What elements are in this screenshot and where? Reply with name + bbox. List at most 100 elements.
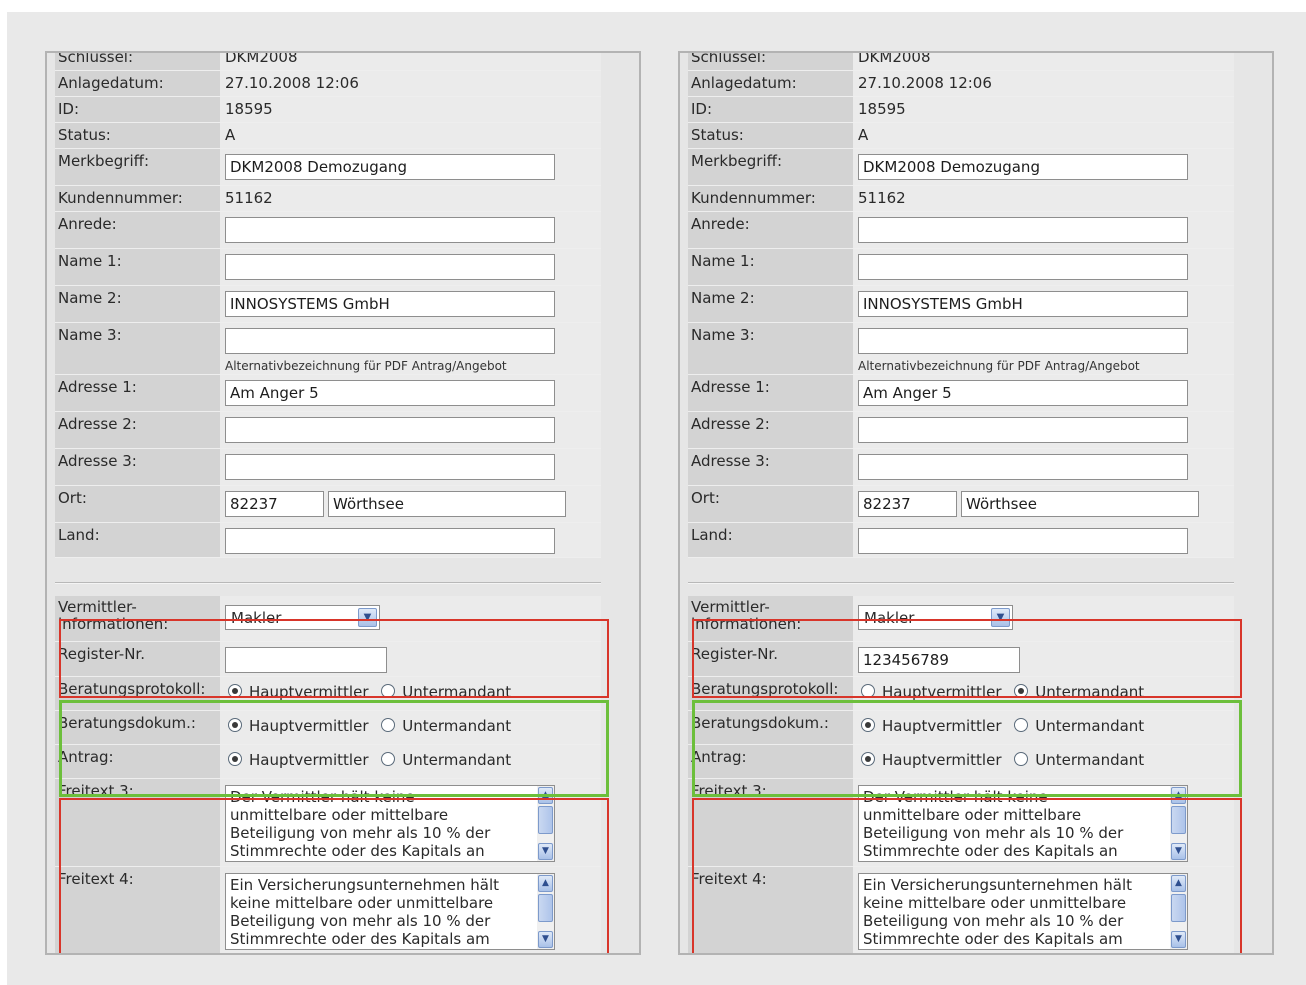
adresse-3-input[interactable] (858, 454, 1188, 480)
radio-icon[interactable] (1014, 718, 1029, 732)
antrag-option-hauptvermittler[interactable]: Hauptvermittler (861, 751, 1002, 769)
chevron-down-icon[interactable]: ▼ (991, 608, 1010, 627)
radio-icon[interactable] (381, 684, 396, 698)
city-input[interactable]: Wörthsee (328, 491, 566, 517)
status-value: A (858, 126, 869, 144)
anrede-input[interactable] (225, 217, 555, 243)
radio-icon[interactable] (861, 718, 875, 732)
beratungsprotokoll-option-untermandant[interactable]: Untermandant (381, 683, 511, 701)
beratungsdokum-option-hauptvermittler[interactable]: Hauptvermittler (861, 717, 1002, 735)
arrow-down-icon[interactable]: ▼ (538, 843, 553, 860)
anlagedatum-row: Anlagedatum: 27.10.2008 12:06 (55, 71, 601, 97)
customer-form: Schlüssel: DKM2008 Anlagedatum: 27.10.20… (688, 53, 1242, 953)
beratungsprotokoll-row: Beratungsprotokoll: Hauptvermittler Unte… (55, 677, 601, 711)
arrow-up-icon[interactable]: ▲ (538, 787, 553, 804)
scroll-thumb[interactable] (1171, 894, 1186, 922)
option-label: Untermandant (1035, 683, 1145, 701)
name-1-label: Name 1: (55, 249, 220, 285)
anlagedatum-row: Anlagedatum: 27.10.2008 12:06 (688, 71, 1234, 97)
id-label: ID: (688, 97, 853, 122)
freitext-4-textarea[interactable]: Ein Versicherungsunternehmen hält keine … (225, 873, 555, 950)
freitext-3-label: Freitext 3: (55, 779, 220, 866)
adresse-3-label: Adresse 3: (688, 449, 853, 485)
name-1-row: Name 1: (688, 249, 1234, 286)
freitext-3-textarea[interactable]: Der Vermittler hält keine unmittelbare o… (858, 785, 1188, 862)
freitext-3-textarea[interactable]: Der Vermittler hält keine unmittelbare o… (225, 785, 555, 862)
radio-icon[interactable] (1014, 752, 1029, 766)
arrow-down-icon[interactable]: ▼ (538, 931, 553, 948)
register-input[interactable] (225, 647, 387, 673)
name-3-hint: Alternativbezeichnung für PDF Antrag/Ang… (225, 359, 507, 373)
beratungsprotokoll-option-untermandant[interactable]: Untermandant (1014, 683, 1144, 701)
land-input[interactable] (225, 528, 555, 554)
zip-input[interactable]: 82237 (858, 491, 957, 517)
register-label: Register-Nr. (55, 642, 220, 676)
land-label: Land: (688, 523, 853, 557)
adresse-1-input[interactable]: Am Anger 5 (858, 380, 1188, 406)
status-row: Status: A (688, 123, 1234, 149)
radio-icon[interactable] (228, 684, 242, 698)
register-row: Register-Nr. (55, 642, 601, 677)
vermittler-label: Vermittler- informationen: (688, 596, 853, 641)
freitext-4-text: Ein Versicherungsunternehmen hält keine … (863, 876, 1133, 948)
antrag-option-untermandant[interactable]: Untermandant (381, 751, 511, 769)
scroll-thumb[interactable] (538, 806, 553, 834)
name-2-input[interactable]: INNOSYSTEMS GmbH (225, 291, 555, 317)
anrede-input[interactable] (858, 217, 1188, 243)
register-input[interactable]: 123456789 (858, 647, 1020, 673)
radio-icon[interactable] (1014, 684, 1029, 698)
adresse-2-input[interactable] (858, 417, 1188, 443)
vermittler-select[interactable]: Makler ▼ (858, 605, 1013, 630)
freitext-4-textarea[interactable]: Ein Versicherungsunternehmen hält keine … (858, 873, 1188, 950)
beratungsdokum-row: Beratungsdokum.: Hauptvermittler Unterma… (688, 711, 1234, 745)
status-value: A (225, 126, 236, 144)
city-input[interactable]: Wörthsee (961, 491, 1199, 517)
beratungsprotokoll-option-hauptvermittler[interactable]: Hauptvermittler (228, 683, 369, 701)
arrow-up-icon[interactable]: ▲ (538, 875, 553, 892)
schluessel-label: Schlüssel: (688, 53, 853, 70)
radio-icon[interactable] (861, 684, 875, 698)
anrede-label: Anrede: (688, 212, 853, 248)
beratungsprotokoll-option-hauptvermittler[interactable]: Hauptvermittler (861, 683, 1002, 701)
beratungsdokum-option-hauptvermittler[interactable]: Hauptvermittler (228, 717, 369, 735)
land-input[interactable] (858, 528, 1188, 554)
radio-icon[interactable] (228, 752, 242, 766)
vermittler-select[interactable]: Makler ▼ (225, 605, 380, 630)
name-3-label: Name 3: (688, 323, 853, 374)
zip-input[interactable]: 82237 (225, 491, 324, 517)
radio-icon[interactable] (381, 752, 396, 766)
beratungsdokum-option-untermandant[interactable]: Untermandant (1014, 717, 1144, 735)
scrollbar[interactable]: ▲ ▼ (1170, 874, 1187, 949)
adresse-2-input[interactable] (225, 417, 555, 443)
name-1-input[interactable] (225, 254, 555, 280)
name-1-input[interactable] (858, 254, 1188, 280)
antrag-label: Antrag: (55, 745, 220, 778)
scroll-thumb[interactable] (1171, 806, 1186, 834)
beratungsdokum-option-untermandant[interactable]: Untermandant (381, 717, 511, 735)
option-label: Untermandant (402, 751, 512, 769)
radio-icon[interactable] (861, 752, 875, 766)
scrollbar[interactable]: ▲ ▼ (1170, 786, 1187, 861)
arrow-up-icon[interactable]: ▲ (1171, 875, 1186, 892)
name-3-input[interactable] (225, 328, 555, 354)
radio-icon[interactable] (228, 718, 242, 732)
name-2-row: Name 2: INNOSYSTEMS GmbH (688, 286, 1234, 323)
merkbegriff-input[interactable]: DKM2008 Demozugang (858, 154, 1188, 180)
antrag-option-hauptvermittler[interactable]: Hauptvermittler (228, 751, 369, 769)
scrollbar[interactable]: ▲ ▼ (537, 786, 554, 861)
antrag-option-untermandant[interactable]: Untermandant (1014, 751, 1144, 769)
merkbegriff-input[interactable]: DKM2008 Demozugang (225, 154, 555, 180)
name-3-input[interactable] (858, 328, 1188, 354)
arrow-down-icon[interactable]: ▼ (1171, 931, 1186, 948)
id-value: 18595 (858, 100, 906, 118)
arrow-down-icon[interactable]: ▼ (1171, 843, 1186, 860)
adresse-1-input[interactable]: Am Anger 5 (225, 380, 555, 406)
scrollbar[interactable]: ▲ ▼ (537, 874, 554, 949)
name-2-input[interactable]: INNOSYSTEMS GmbH (858, 291, 1188, 317)
adresse-3-input[interactable] (225, 454, 555, 480)
name-3-row: Name 3: Alternativbezeichnung für PDF An… (55, 323, 601, 375)
chevron-down-icon[interactable]: ▼ (358, 608, 377, 627)
arrow-up-icon[interactable]: ▲ (1171, 787, 1186, 804)
radio-icon[interactable] (381, 718, 396, 732)
scroll-thumb[interactable] (538, 894, 553, 922)
